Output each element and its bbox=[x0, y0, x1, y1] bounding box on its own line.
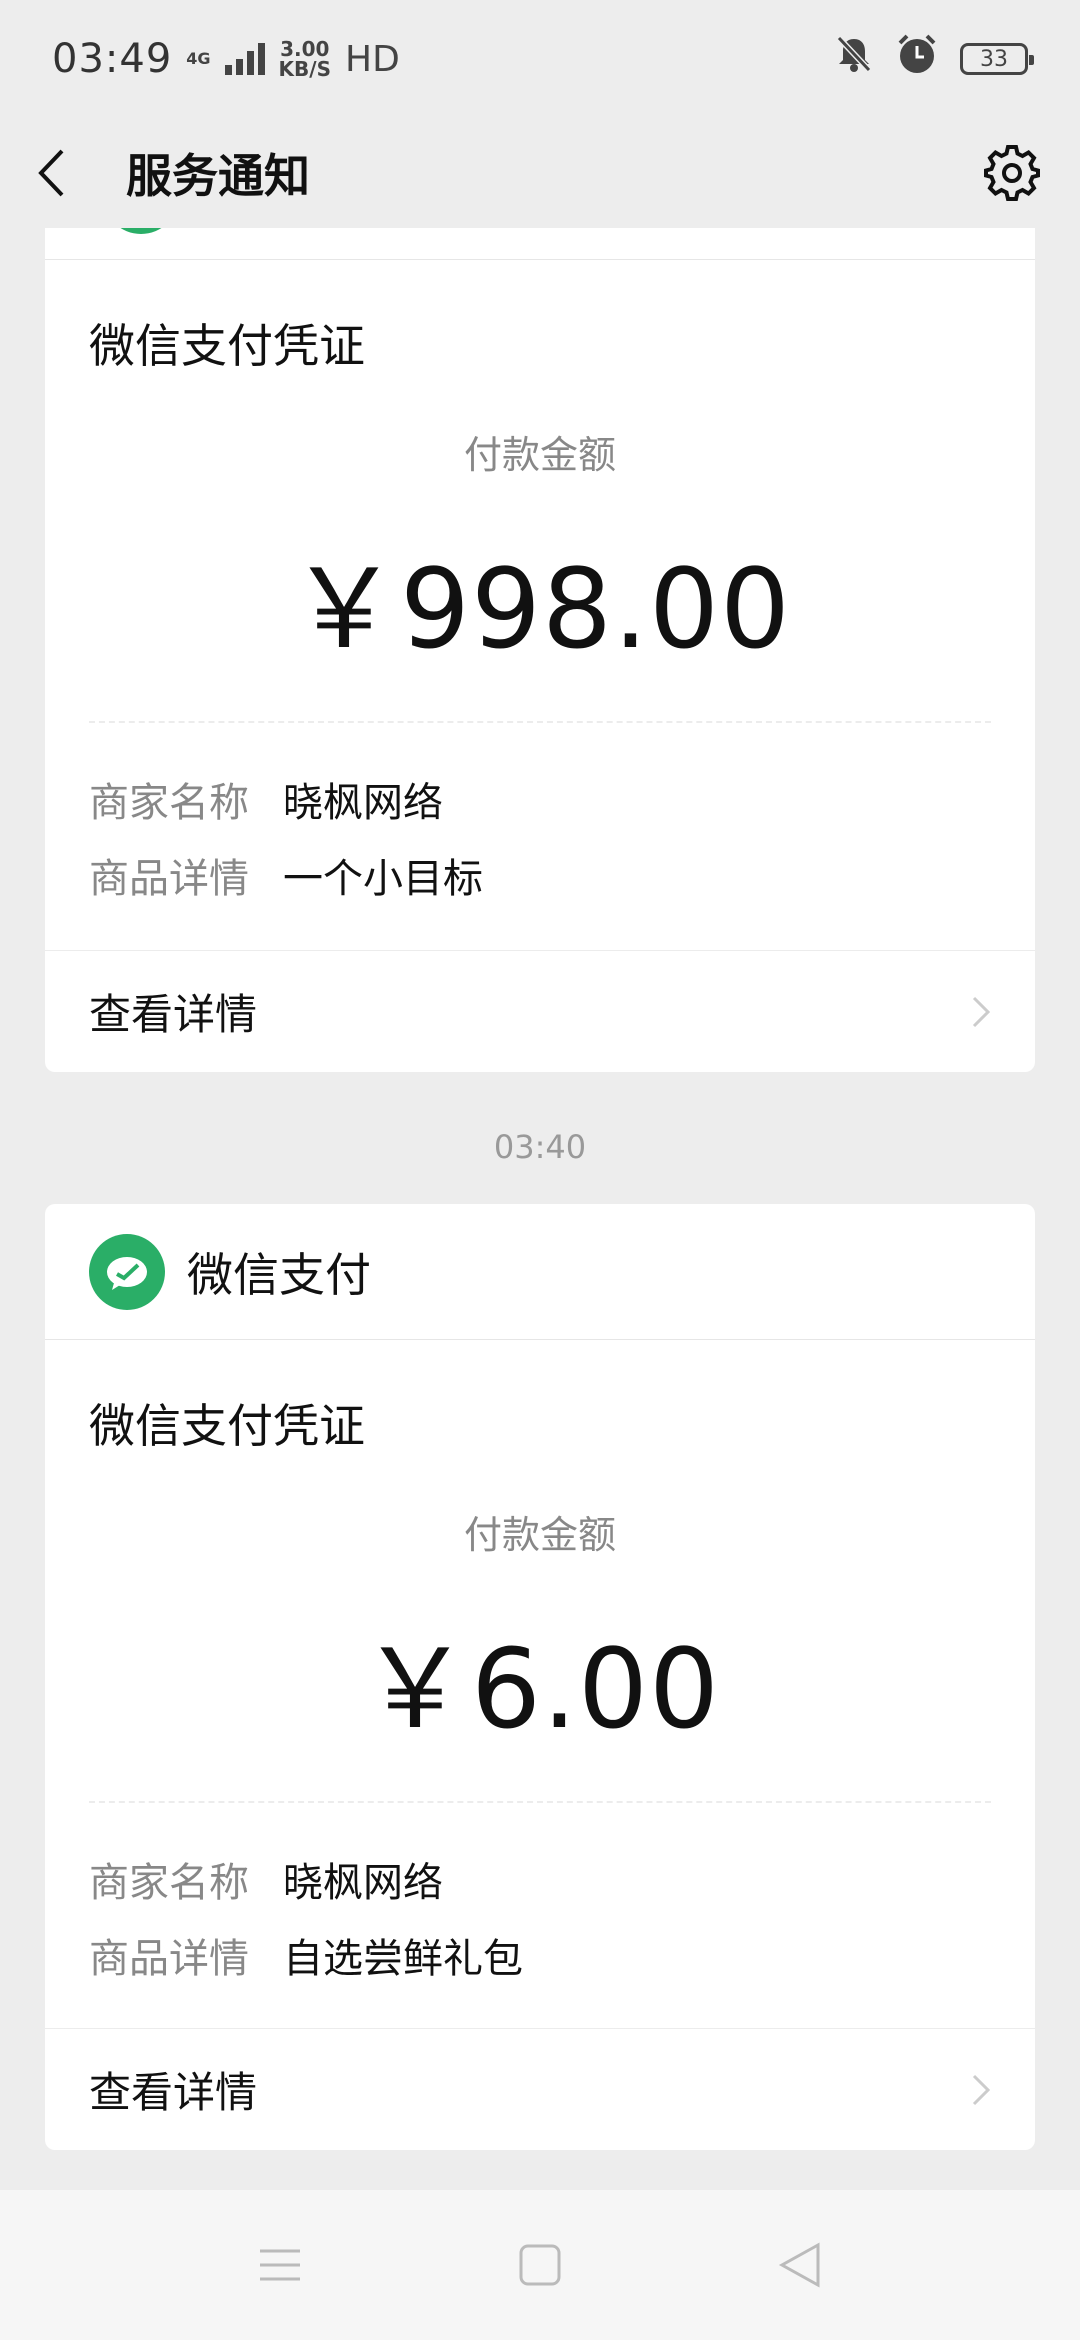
home-square-icon bbox=[519, 2244, 561, 2286]
merchant-value: 晓枫网络 bbox=[283, 1860, 443, 1906]
network-speed: 3.00 KB/S bbox=[279, 39, 331, 79]
speed-value: 3.00 bbox=[280, 37, 330, 61]
detail-rows: 商家名称 晓枫网络 商品详情 自选尝鲜礼包 bbox=[89, 1845, 991, 1997]
product-row: 商品详情 一个小目标 bbox=[89, 841, 991, 917]
merchant-key: 商家名称 bbox=[89, 780, 249, 826]
network-type: 4G bbox=[186, 49, 211, 68]
merchant-row: 商家名称 晓枫网络 bbox=[89, 765, 991, 841]
divider bbox=[89, 1801, 991, 1803]
chevron-right-icon bbox=[972, 996, 991, 1027]
payment-card: 微信支付凭证 付款金额 ￥998.00 商家名称 晓枫网络 商品详情 一个小目标… bbox=[45, 228, 1035, 1072]
product-value: 一个小目标 bbox=[283, 856, 483, 902]
message-timestamp: 03:40 bbox=[493, 1128, 587, 1166]
wechat-pay-logo-icon bbox=[103, 228, 179, 234]
system-nav-bar bbox=[0, 2190, 1080, 2340]
card-title: 微信支付凭证 bbox=[89, 319, 365, 373]
back-triangle-icon bbox=[778, 2242, 820, 2288]
view-details-button[interactable]: 查看详情 bbox=[45, 2028, 1035, 2150]
merchant-value: 晓枫网络 bbox=[283, 780, 443, 826]
battery-icon: 33 bbox=[960, 43, 1034, 75]
back-nav-button[interactable] bbox=[770, 2235, 830, 2295]
product-key: 商品详情 bbox=[89, 856, 249, 902]
chevron-right-icon bbox=[972, 2074, 991, 2105]
product-row: 商品详情 自选尝鲜礼包 bbox=[89, 1921, 991, 1997]
home-button[interactable] bbox=[510, 2235, 570, 2295]
back-arrow-icon bbox=[38, 149, 64, 197]
merchant-key: 商家名称 bbox=[89, 1860, 249, 1906]
product-key: 商品详情 bbox=[89, 1936, 249, 1982]
view-details-button[interactable]: 查看详情 bbox=[45, 950, 1035, 1072]
alarm-icon bbox=[896, 33, 938, 85]
status-right: 33 bbox=[834, 33, 1034, 85]
payment-card: 微信支付 微信支付凭证 付款金额 ￥6.00 商家名称 晓枫网络 商品详情 自选… bbox=[45, 1204, 1035, 2150]
merchant-row: 商家名称 晓枫网络 bbox=[89, 1845, 991, 1921]
divider bbox=[89, 721, 991, 723]
settings-button[interactable] bbox=[980, 141, 1044, 205]
gear-icon bbox=[984, 145, 1040, 201]
page-title: 服务通知 bbox=[126, 149, 310, 203]
card-title: 微信支付凭证 bbox=[89, 1399, 365, 1453]
signal-icon bbox=[224, 43, 265, 75]
mute-bell-icon bbox=[834, 34, 874, 84]
nav-bar: 服务通知 bbox=[0, 118, 1080, 228]
wechat-pay-logo-icon bbox=[89, 1233, 165, 1310]
status-time: 03:49 bbox=[52, 36, 173, 82]
card-header bbox=[45, 228, 1035, 260]
hd-badge: HD bbox=[345, 38, 400, 80]
menu-button[interactable] bbox=[250, 2235, 310, 2295]
amount-label: 付款金额 bbox=[463, 1513, 616, 1557]
status-left: 03:49 4G 3.00 KB/S HD bbox=[52, 36, 400, 82]
view-details-label: 查看详情 bbox=[89, 990, 258, 1039]
product-value: 自选尝鲜礼包 bbox=[283, 1936, 523, 1982]
status-bar: 03:49 4G 3.00 KB/S HD 33 bbox=[0, 0, 1080, 118]
app-name: 微信支付 bbox=[187, 1247, 371, 1302]
view-details-label: 查看详情 bbox=[89, 2068, 258, 2117]
detail-rows: 商家名称 晓枫网络 商品详情 一个小目标 bbox=[89, 765, 991, 917]
payment-amount: ￥998.00 bbox=[289, 545, 791, 673]
menu-icon bbox=[260, 2249, 300, 2281]
amount-label: 付款金额 bbox=[463, 433, 616, 477]
speed-unit: KB/S bbox=[278, 57, 331, 81]
payment-amount: ￥6.00 bbox=[360, 1625, 720, 1753]
card-header[interactable]: 微信支付 bbox=[45, 1204, 1035, 1340]
back-button[interactable] bbox=[36, 143, 86, 203]
